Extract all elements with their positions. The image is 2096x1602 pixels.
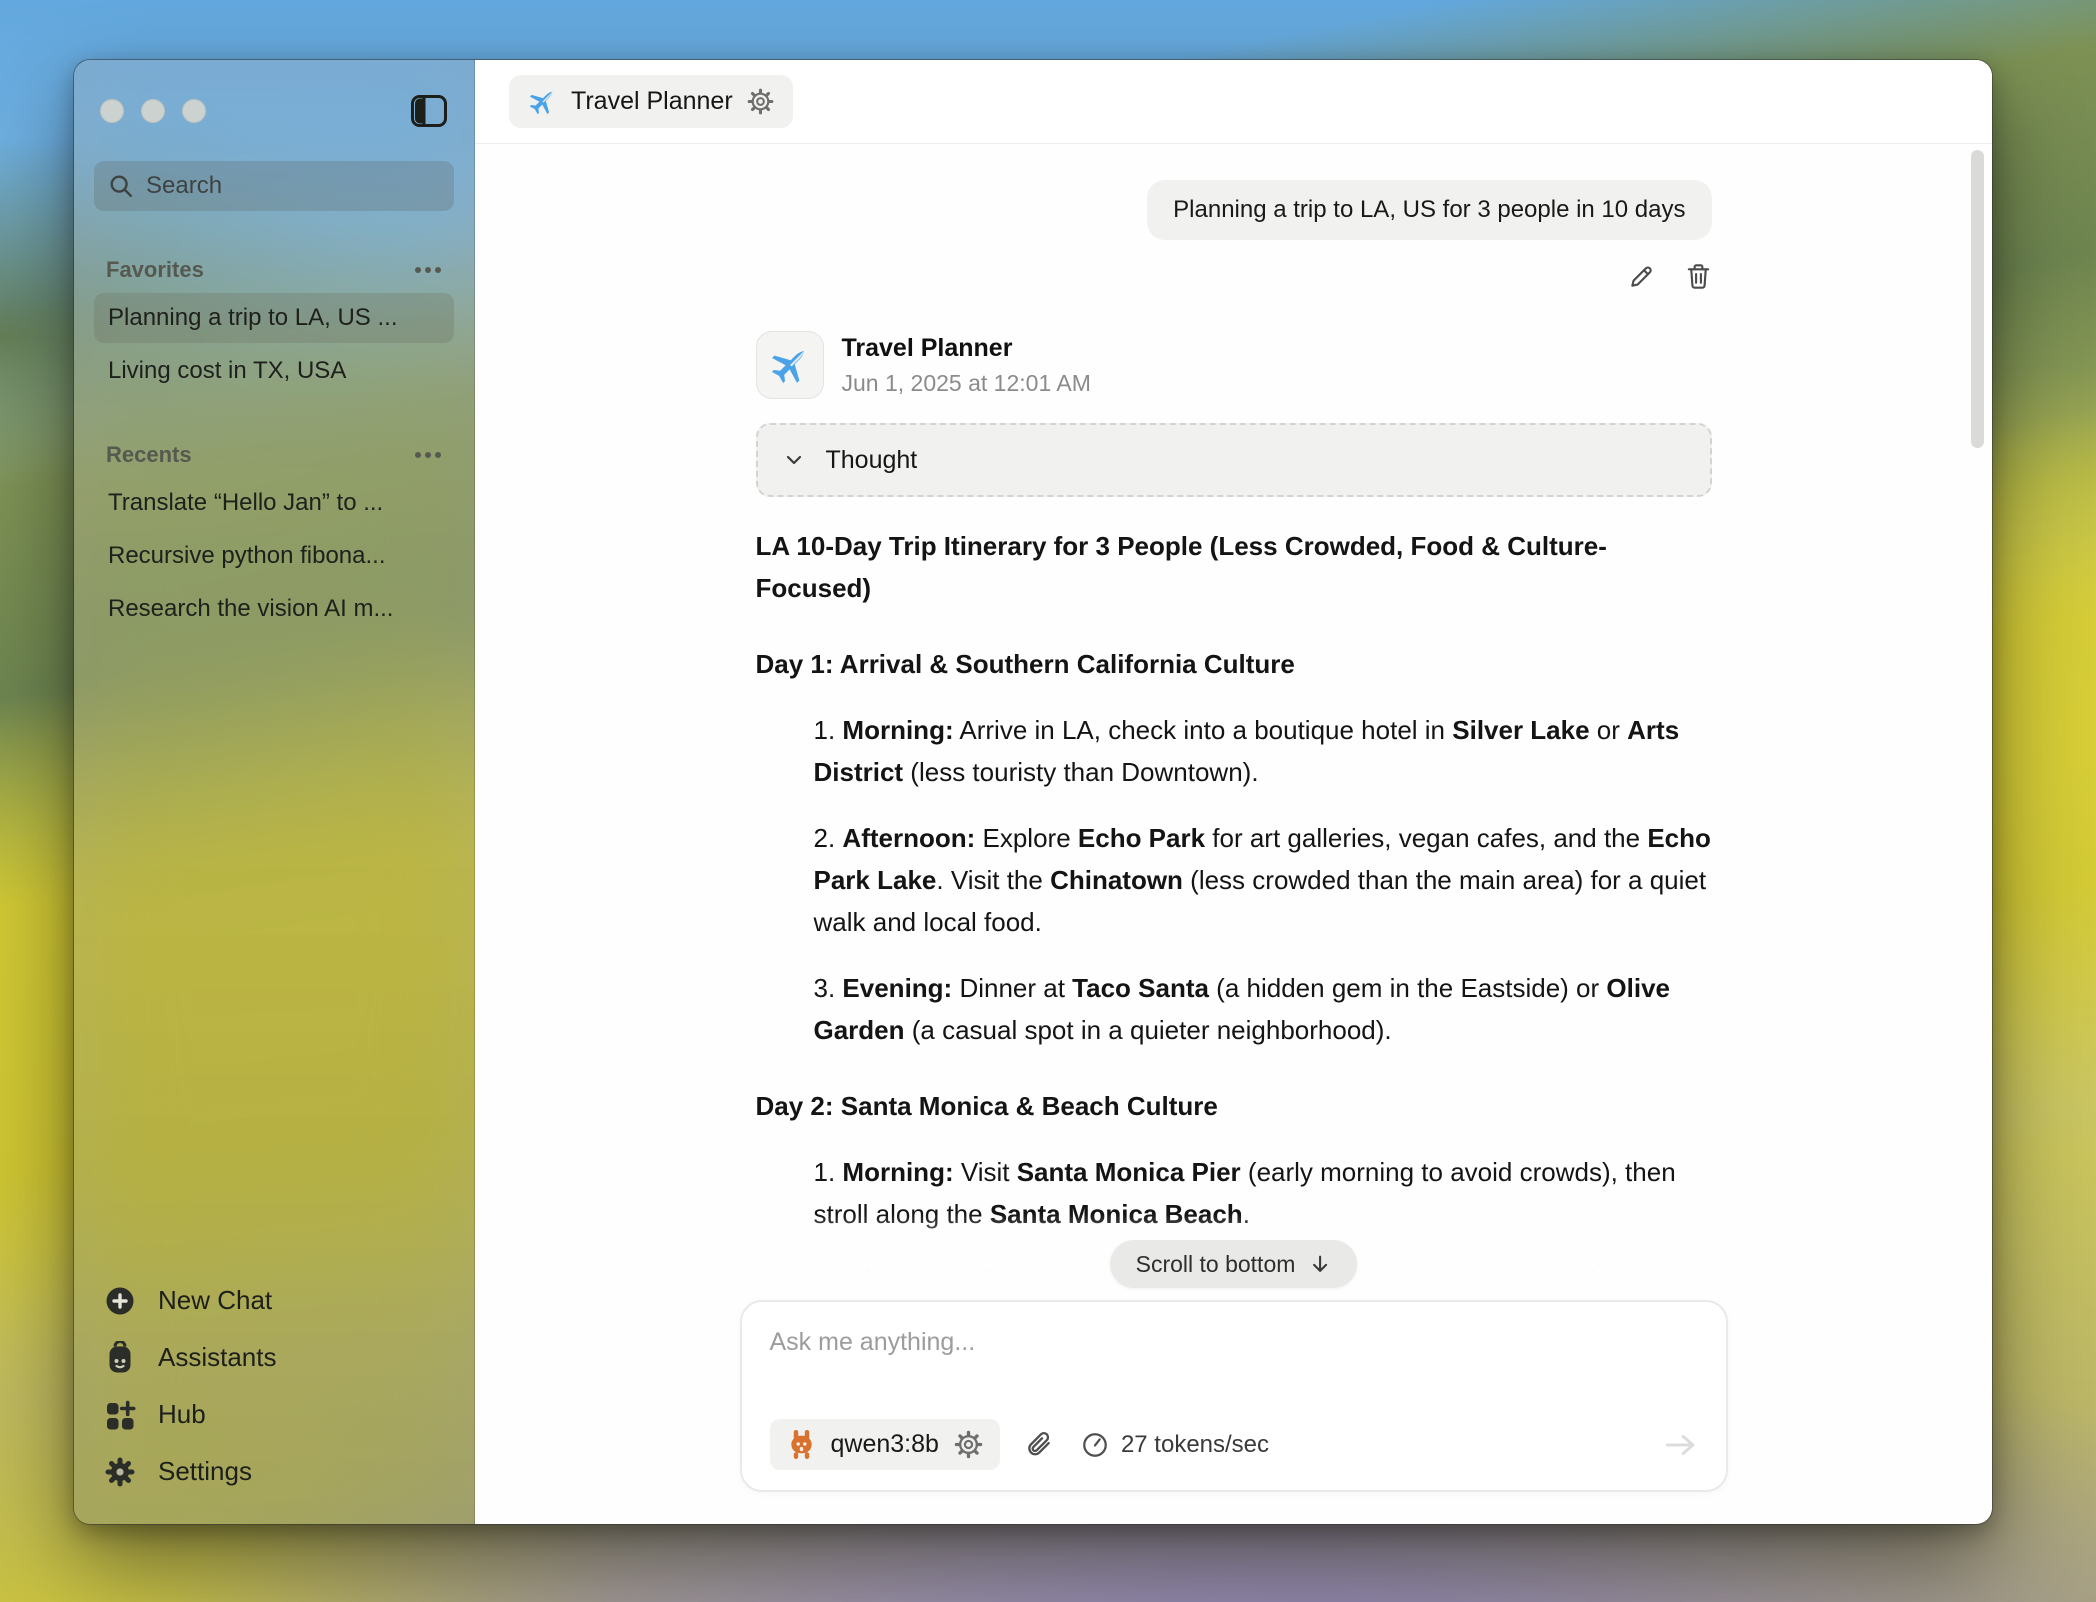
delete-message-trash-icon[interactable]	[1685, 262, 1712, 291]
thought-collapsible[interactable]: Thought	[756, 423, 1712, 497]
sidebar-item[interactable]: Planning a trip to LA, US ...	[94, 293, 454, 343]
airplane-emoji-icon	[527, 86, 558, 117]
hub-icon	[104, 1398, 136, 1432]
sidebar-item[interactable]: Recursive python fibona...	[94, 531, 454, 581]
send-arrow-icon[interactable]	[1664, 1431, 1698, 1459]
main-panel: Travel Planner Planning a trip to LA, US…	[475, 60, 1992, 1524]
section-label: Recents	[106, 442, 192, 468]
md-list-item: 1. Morning: Visit Santa Monica Pier (ear…	[756, 1151, 1712, 1235]
scrollbar[interactable]	[1971, 150, 1984, 448]
chat-thread: Planning a trip to LA, US for 3 people i…	[756, 144, 1712, 1283]
user-message-bubble: Planning a trip to LA, US for 3 people i…	[1147, 180, 1711, 240]
section-menu-button[interactable]	[414, 266, 442, 274]
plus-circle-icon	[104, 1284, 136, 1318]
sidebar: Search Favorites Planning a trip to LA, U…	[74, 60, 475, 1524]
token-speed-stat: 27 tokens/sec	[1081, 1431, 1269, 1459]
sidebar-item[interactable]: Translate “Hello Jan” to ...	[94, 478, 454, 528]
message-timestamp: Jun 1, 2025 at 12:01 AM	[842, 370, 1091, 397]
section-header: Recents	[106, 442, 442, 468]
section-menu-button[interactable]	[414, 451, 442, 459]
sidebar-item-new-chat[interactable]: New Chat	[94, 1272, 454, 1329]
footer-item-label: Settings	[158, 1456, 252, 1487]
assistant-settings-gear-icon[interactable]	[746, 87, 775, 116]
zoom-window-button[interactable]	[182, 99, 206, 123]
chevron-down-icon	[782, 448, 806, 472]
thought-label: Thought	[826, 446, 918, 475]
model-settings-gear-icon[interactable]	[953, 1428, 984, 1461]
window-controls	[100, 99, 206, 123]
chat-header: Travel Planner	[475, 60, 1992, 144]
sidebar-item-hub[interactable]: Hub	[94, 1386, 454, 1443]
model-selector[interactable]: qwen3:8b	[770, 1419, 1000, 1470]
assistant-message-body: LA 10-Day Trip Itinerary for 3 People (L…	[756, 497, 1712, 1283]
sidebar-titlebar	[94, 94, 454, 128]
assistants-icon	[104, 1341, 136, 1375]
scroll-to-bottom-button[interactable]: Scroll to bottom	[1110, 1240, 1358, 1288]
assistant-selector[interactable]: Travel Planner	[509, 75, 793, 128]
sidebar-footer: New Chat Assistants Hub Settings	[94, 1272, 454, 1524]
scroll-to-bottom-label: Scroll to bottom	[1136, 1251, 1296, 1278]
ollama-icon	[786, 1428, 817, 1461]
message-actions	[756, 262, 1712, 291]
down-arrow-icon	[1309, 1253, 1331, 1275]
search-placeholder: Search	[146, 172, 222, 200]
footer-item-label: Assistants	[158, 1342, 277, 1373]
md-heading: LA 10-Day Trip Itinerary for 3 People (L…	[756, 525, 1712, 609]
sidebar-toggle-icon[interactable]	[410, 94, 448, 128]
message-input[interactable]: Ask me anything...	[770, 1328, 1698, 1357]
assistant-avatar	[756, 331, 824, 399]
md-heading: Day 2: Santa Monica & Beach Culture	[756, 1085, 1712, 1127]
composer-toolbar: qwen3:8b 27 tokens/sec	[770, 1419, 1698, 1470]
footer-item-label: Hub	[158, 1399, 206, 1430]
close-window-button[interactable]	[100, 99, 124, 123]
search-input[interactable]: Search	[94, 161, 454, 211]
md-list-item: 3. Evening: Dinner at Taco Santa (a hidd…	[756, 967, 1712, 1051]
md-list-item: 1. Morning: Arrive in LA, check into a b…	[756, 709, 1712, 793]
composer-area: Scroll to bottom Ask me anything... qwen…	[475, 1300, 1992, 1524]
md-list-item: 2. Afternoon: Explore Echo Park for art …	[756, 817, 1712, 943]
app-window: Search Favorites Planning a trip to LA, U…	[74, 60, 1992, 1524]
section-label: Favorites	[106, 257, 204, 283]
sidebar-item[interactable]: Living cost in TX, USA	[94, 346, 454, 396]
sidebar-sections: Favorites Planning a trip to LA, US ...Li…	[94, 211, 454, 637]
footer-item-label: New Chat	[158, 1285, 272, 1316]
search-icon	[108, 173, 134, 199]
sidebar-item[interactable]: Research the vision AI m...	[94, 584, 454, 634]
assistant-name: Travel Planner	[842, 334, 1091, 363]
sidebar-item-settings[interactable]: Settings	[94, 1443, 454, 1500]
section-header: Favorites	[106, 257, 442, 283]
attachment-paperclip-icon[interactable]	[1026, 1430, 1055, 1459]
composer: Ask me anything... qwen3:8b	[740, 1300, 1728, 1492]
sidebar-item-assistants[interactable]: Assistants	[94, 1329, 454, 1386]
airplane-emoji-icon	[768, 343, 812, 387]
edit-message-pencil-icon[interactable]	[1628, 262, 1655, 291]
chat-scroll-area: Planning a trip to LA, US for 3 people i…	[475, 144, 1992, 1300]
minimize-window-button[interactable]	[141, 99, 165, 123]
assistant-message-header: Travel Planner Jun 1, 2025 at 12:01 AM	[756, 331, 1712, 399]
token-speed-value: 27 tokens/sec	[1121, 1431, 1269, 1459]
model-name: qwen3:8b	[831, 1430, 939, 1459]
md-heading: Day 1: Arrival & Southern California Cul…	[756, 643, 1712, 685]
assistant-title: Travel Planner	[571, 87, 733, 116]
settings-gear-icon	[104, 1455, 136, 1489]
speedometer-icon	[1081, 1431, 1109, 1459]
